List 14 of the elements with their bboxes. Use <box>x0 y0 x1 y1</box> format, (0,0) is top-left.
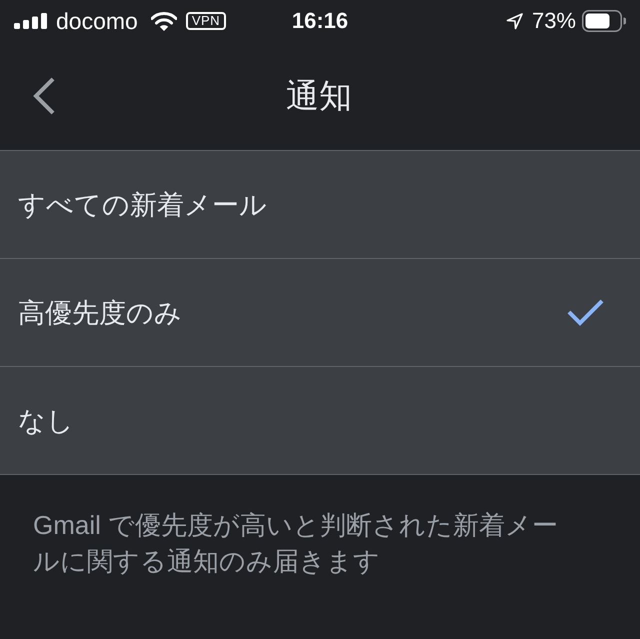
option-row[interactable]: なし <box>0 366 640 474</box>
option-row[interactable]: すべての新着メール <box>0 151 640 258</box>
location-arrow-icon <box>506 12 523 30</box>
signal-icon <box>14 13 48 29</box>
carrier-name: docomo <box>56 8 138 34</box>
screen-title: 通知 <box>286 76 352 116</box>
battery-percent: 73% <box>532 8 576 34</box>
option-description: Gmail で優先度が高いと判断された新着メールに関する通知のみ届きます <box>33 509 560 578</box>
wifi-icon <box>150 12 177 30</box>
chevron-left-icon <box>32 77 56 115</box>
clock-time: 16:16 <box>290 8 350 34</box>
battery-icon <box>582 10 626 32</box>
vpn-indicator: VPN <box>186 12 226 30</box>
option-row[interactable]: 高優先度のみ <box>0 258 640 366</box>
